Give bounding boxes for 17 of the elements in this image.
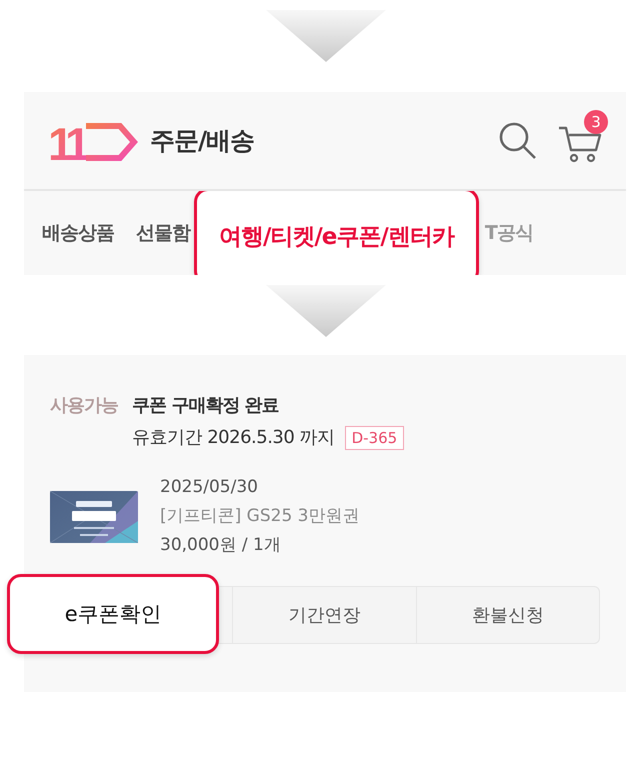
down-arrow-icon	[266, 285, 386, 337]
category-tab[interactable]: 배송상품	[42, 220, 114, 246]
order-date: 2025/05/30	[160, 476, 259, 499]
product-price: 30,000원 / 1개	[160, 534, 282, 557]
status-label: 사용가능	[50, 394, 118, 418]
action-button[interactable]: 환불신청	[416, 587, 599, 643]
down-arrow-icon	[266, 10, 386, 62]
search-icon[interactable]	[498, 120, 538, 160]
category-tab[interactable]: 선물함	[136, 220, 190, 246]
validity-text: 유효기간 2026.5.30 까지	[132, 426, 335, 450]
order-title: 쿠폰 구매확정 완료	[132, 394, 280, 418]
category-tab[interactable]: 여행/티켓/e쿠폰/렌터카	[194, 191, 479, 275]
cart-count-badge: 3	[584, 110, 608, 134]
action-button[interactable]: e쿠폰확인	[7, 574, 220, 654]
action-button[interactable]: 기간연장	[232, 587, 416, 643]
dday-badge: D-365	[344, 426, 404, 450]
page-title: 주문/배송	[150, 125, 254, 157]
